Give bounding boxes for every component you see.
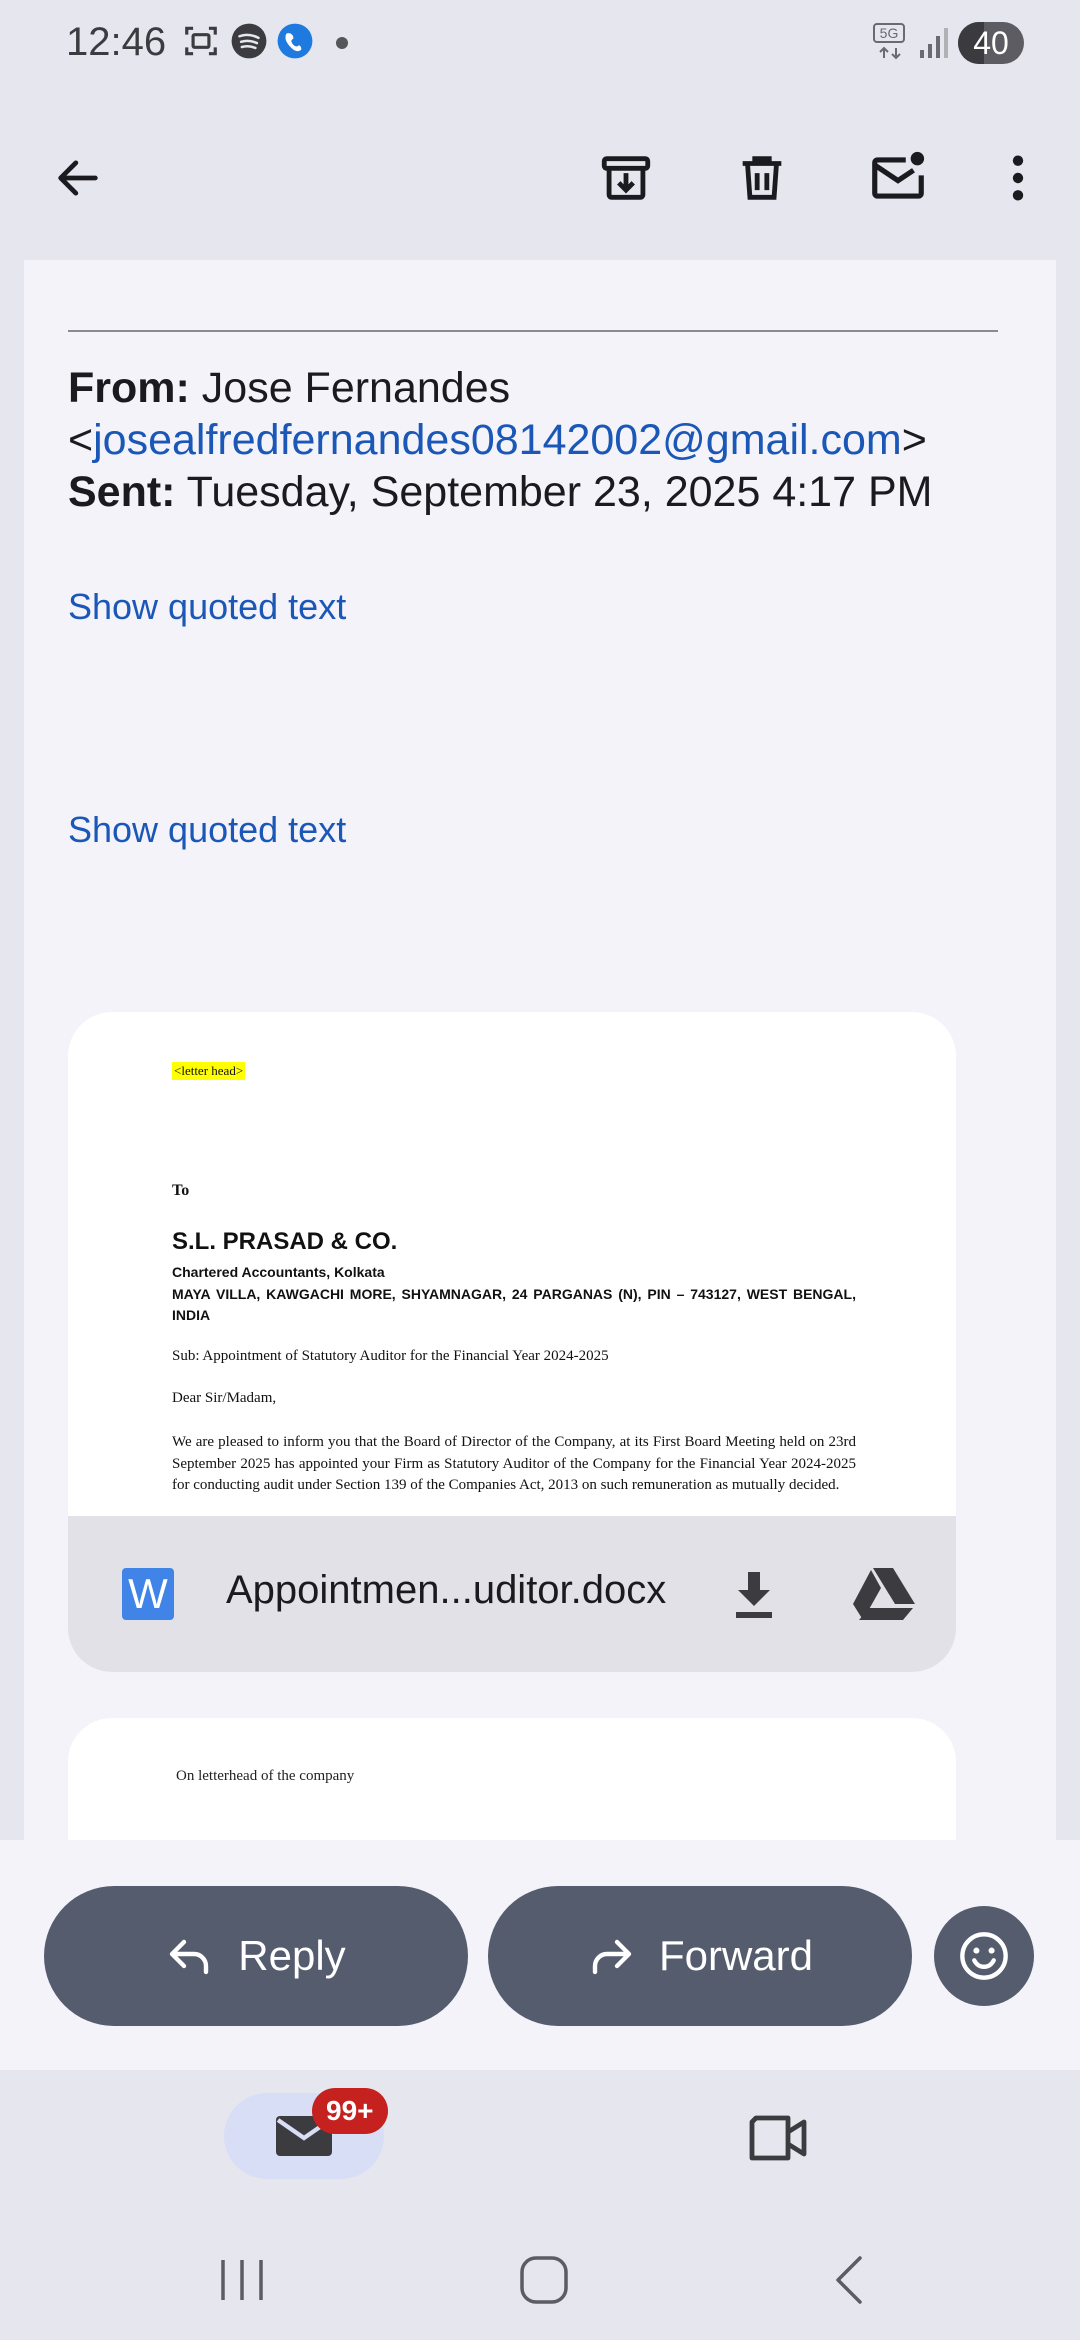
save-to-drive-button[interactable] <box>848 1562 918 1626</box>
sent-line: Sent: Tuesday, September 23, 2025 4:17 P… <box>68 466 932 518</box>
svg-text:5G: 5G <box>880 25 899 41</box>
email-bracket-close: > <box>901 416 927 464</box>
back-button[interactable] <box>38 138 118 218</box>
download-icon <box>736 1572 772 1618</box>
attachment-card[interactable]: <letter head> To S.L. PRASAD & CO. Chart… <box>68 1012 956 1672</box>
emoji-reaction-button[interactable] <box>934 1906 1034 2006</box>
spotify-icon <box>231 23 267 59</box>
sender-name: Jose Fernandes <box>201 364 511 412</box>
mark-unread-button[interactable] <box>858 138 938 218</box>
download-button[interactable] <box>724 1564 784 1624</box>
status-bar: 12:46 5G 40 <box>0 0 1080 88</box>
more-options-button[interactable] <box>978 138 1058 218</box>
doc-subject: Sub: Appointment of Statutory Auditor fo… <box>172 1348 609 1364</box>
reply-label: Reply <box>238 1932 346 1979</box>
system-back-icon <box>836 2256 862 2304</box>
mark-unread-icon <box>872 151 925 199</box>
battery-percent: 40 <box>973 25 1009 61</box>
word-file-icon: W <box>122 1568 174 1620</box>
battery-indicator: 40 <box>958 22 1024 64</box>
doc-firm-name: S.L. PRASAD & CO. <box>172 1228 398 1255</box>
doc-to: To <box>172 1182 190 1199</box>
network-5g-icon: 5G <box>873 23 905 60</box>
sender-email-line: <josealfredfernandes08142002@gmail.com> <box>68 414 927 466</box>
video-icon <box>749 2115 807 2161</box>
delete-icon <box>742 156 782 200</box>
doc-address: MAYA VILLA, KAWGACHI MORE, SHYAMNAGAR, 2… <box>172 1286 856 1323</box>
sender-email-link[interactable]: josealfredfernandes08142002@gmail.com <box>93 416 902 464</box>
archive-icon <box>601 156 651 200</box>
unread-count-badge: 99+ <box>312 2088 388 2134</box>
more-vert-icon <box>1012 155 1024 201</box>
from-label: From: <box>68 364 190 412</box>
doc-body: We are pleased to inform you that the Bo… <box>172 1434 856 1493</box>
doc-salutation: Dear Sir/Madam, <box>172 1390 277 1406</box>
letter-head-placeholder: <letter head> <box>172 1062 246 1080</box>
email-bracket-open: < <box>68 416 94 464</box>
show-quoted-text-link-1[interactable]: Show quoted text <box>68 586 346 628</box>
reply-button[interactable]: Reply <box>44 1886 468 2026</box>
forward-label: Forward <box>658 1932 814 1979</box>
delete-button[interactable] <box>722 138 802 218</box>
second-attachment-card[interactable]: On letterhead of the company <box>68 1718 956 1840</box>
email-body: From: Jose Fernandes <josealfredfernande… <box>24 260 1056 1840</box>
dot-icon <box>336 37 348 49</box>
attachment-bar: W Appointmen...uditor.docx <box>68 1516 956 1672</box>
home-button[interactable] <box>504 2250 584 2310</box>
status-time: 12:46 <box>66 20 167 64</box>
nav-meet-tab[interactable] <box>738 2106 818 2170</box>
forward-icon <box>592 1939 632 1975</box>
system-navigation-bar <box>0 2210 1080 2340</box>
show-quoted-text-link-2[interactable]: Show quoted text <box>68 809 346 851</box>
email-toolbar <box>0 88 1080 258</box>
second-attachment-preview: On letterhead of the company <box>176 1768 355 1784</box>
screenshot-icon <box>185 26 217 56</box>
reply-icon <box>170 1939 209 1975</box>
divider <box>68 330 998 332</box>
forward-button[interactable]: Forward <box>488 1886 912 2026</box>
recent-apps-icon <box>221 2260 263 2300</box>
recent-apps-button[interactable] <box>202 2250 282 2310</box>
messenger-icon <box>277 23 313 59</box>
bottom-navigation: 99+ <box>0 2070 1080 2210</box>
doc-firm-subtitle: Chartered Accountants, Kolkata <box>172 1264 385 1280</box>
home-icon <box>520 2256 568 2304</box>
sent-label: Sent: <box>68 468 176 516</box>
system-back-button[interactable] <box>808 2250 888 2310</box>
from-line: From: Jose Fernandes <box>68 362 510 414</box>
sent-date: Tuesday, September 23, 2025 4:17 PM <box>186 468 933 516</box>
emoji-icon <box>960 1932 1008 1980</box>
reply-action-bar: Reply Forward <box>0 1840 1080 2070</box>
google-drive-icon <box>853 1568 915 1620</box>
archive-button[interactable] <box>586 138 666 218</box>
back-arrow-icon <box>58 160 98 196</box>
signal-icon <box>920 28 948 58</box>
attachment-filename[interactable]: Appointmen...uditor.docx <box>226 1568 666 1613</box>
